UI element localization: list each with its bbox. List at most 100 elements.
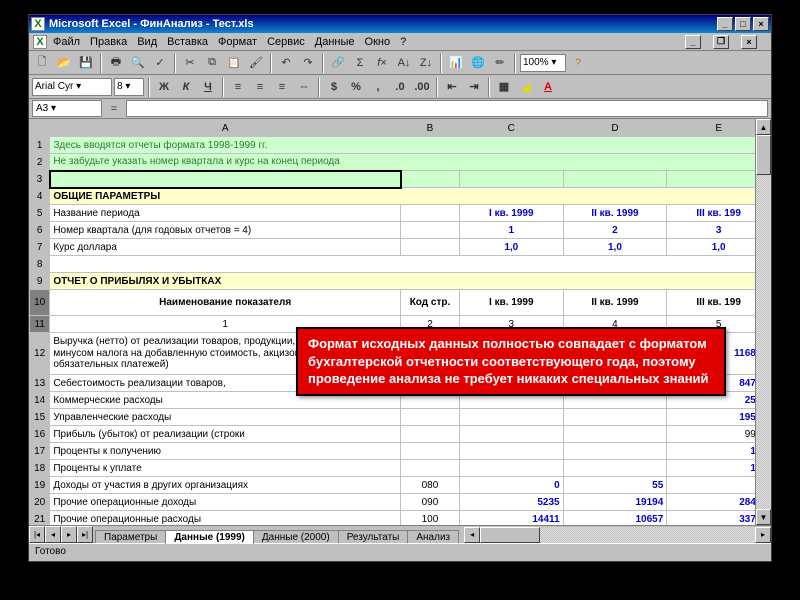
redo-icon[interactable]: ↷ <box>298 53 318 73</box>
grid-row[interactable]: 3 <box>30 171 771 188</box>
cell[interactable] <box>459 409 563 426</box>
currency-icon[interactable]: $ <box>324 77 344 97</box>
copy-icon[interactable]: ⧉ <box>202 53 222 73</box>
menu-format[interactable]: Формат <box>218 36 257 48</box>
grid-row[interactable]: 20Прочие операционные доходы090523519194… <box>30 494 771 511</box>
bold-icon[interactable]: Ж <box>154 77 174 97</box>
row-header[interactable]: 12 <box>30 333 50 375</box>
grid-row[interactable]: 2Не забудьте указать номер квартала и ку… <box>30 154 771 171</box>
spell-icon[interactable]: ✓ <box>150 53 170 73</box>
cell[interactable] <box>459 171 563 188</box>
grid-row[interactable]: 17Проценты к получению148 <box>30 443 771 460</box>
help-icon[interactable]: ? <box>568 53 588 73</box>
scroll-thumb[interactable] <box>756 135 771 175</box>
row-header[interactable]: 17 <box>30 443 50 460</box>
row-header[interactable]: 9 <box>30 273 50 290</box>
row-header[interactable]: 1 <box>30 137 50 154</box>
row-header[interactable]: 7 <box>30 239 50 256</box>
cell[interactable]: Доходы от участия в других организациях <box>50 477 401 494</box>
autosum-icon[interactable]: Σ <box>350 53 370 73</box>
scroll-left-icon[interactable]: ◂ <box>464 527 480 543</box>
cell[interactable]: Код стр. <box>401 290 460 316</box>
tab-first-icon[interactable]: |◂ <box>29 526 45 543</box>
borders-icon[interactable]: ▦ <box>494 77 514 97</box>
underline-icon[interactable]: Ч <box>198 77 218 97</box>
cell[interactable]: 2 <box>563 222 667 239</box>
cell[interactable] <box>563 460 667 477</box>
menu-data[interactable]: Данные <box>315 36 355 48</box>
grid-row[interactable]: 15Управленческие расходы19550 <box>30 409 771 426</box>
inc-decimal-icon[interactable]: .0 <box>390 77 410 97</box>
zoom-combo[interactable]: 100% ▾ <box>520 54 566 72</box>
cut-icon[interactable]: ✂ <box>180 53 200 73</box>
sort-asc-icon[interactable]: A↓ <box>394 53 414 73</box>
cell[interactable] <box>401 460 460 477</box>
cell[interactable]: 090 <box>401 494 460 511</box>
format-painter-icon[interactable]: 🖌 <box>246 53 266 73</box>
cell[interactable]: 14411 <box>459 511 563 526</box>
cell[interactable]: Проценты к уплате <box>50 460 401 477</box>
grid-row[interactable]: 19Доходы от участия в других организация… <box>30 477 771 494</box>
italic-icon[interactable]: К <box>176 77 196 97</box>
equals-icon[interactable]: = <box>106 101 122 117</box>
scroll-right-icon[interactable]: ▸ <box>755 527 771 543</box>
cell[interactable] <box>563 171 667 188</box>
scroll-up-icon[interactable]: ▲ <box>756 119 771 135</box>
row-header[interactable]: 4 <box>30 188 50 205</box>
menu-window[interactable]: Окно <box>365 36 391 48</box>
maximize-button[interactable]: □ <box>735 17 751 31</box>
cell[interactable]: Номер квартала (для годовых отчетов = 4) <box>50 222 401 239</box>
tab-prev-icon[interactable]: ◂ <box>45 526 61 543</box>
cell[interactable] <box>563 409 667 426</box>
font-size-combo[interactable]: 8 ▾ <box>114 78 144 96</box>
grid-row[interactable]: 1Здесь вводятся отчеты формата 1998-1999… <box>30 137 771 154</box>
close-button[interactable]: × <box>753 17 769 31</box>
cell[interactable]: Не забудьте указать номер квартала и кур… <box>50 154 771 171</box>
menu-tools[interactable]: Сервис <box>267 36 305 48</box>
menu-help[interactable]: ? <box>400 36 406 48</box>
sheet-tab[interactable]: Результаты <box>338 530 409 544</box>
grid-row[interactable]: 7Курс доллара1,01,01,0 <box>30 239 771 256</box>
fill-color-icon[interactable]: ◢ <box>516 77 536 97</box>
dec-decimal-icon[interactable]: .00 <box>412 77 432 97</box>
name-box[interactable]: A3 ▾ <box>32 100 102 117</box>
cell[interactable]: Наименование показателя <box>50 290 401 316</box>
cell[interactable]: 100 <box>401 511 460 526</box>
row-header[interactable]: 13 <box>30 375 50 392</box>
row-header[interactable]: 10 <box>30 290 50 316</box>
paste-icon[interactable]: 📋 <box>224 53 244 73</box>
cell[interactable] <box>401 443 460 460</box>
cell[interactable] <box>459 426 563 443</box>
cell[interactable]: ОТЧЕТ О ПРИБЫЛЯХ И УБЫТКАХ <box>50 273 771 290</box>
map-icon[interactable]: 🌐 <box>468 53 488 73</box>
cell[interactable]: Курс доллара <box>50 239 401 256</box>
print-icon[interactable]: 🖶 <box>106 53 126 73</box>
sheet-tab[interactable]: Данные (2000) <box>253 530 339 544</box>
row-header[interactable]: 8 <box>30 256 50 273</box>
drawing-icon[interactable]: ✏ <box>490 53 510 73</box>
cell[interactable] <box>401 222 460 239</box>
cell[interactable] <box>401 409 460 426</box>
cell[interactable]: Название периода <box>50 205 401 222</box>
cell[interactable] <box>401 239 460 256</box>
tab-next-icon[interactable]: ▸ <box>61 526 77 543</box>
cell[interactable]: 1,0 <box>459 239 563 256</box>
worksheet-grid[interactable]: ABCDE 1Здесь вводятся отчеты формата 199… <box>29 119 771 525</box>
row-header[interactable]: 20 <box>30 494 50 511</box>
cell[interactable] <box>563 426 667 443</box>
row-header[interactable]: 16 <box>30 426 50 443</box>
grid-row[interactable]: 4ОБЩИЕ ПАРАМЕТРЫ <box>30 188 771 205</box>
sort-desc-icon[interactable]: Z↓ <box>416 53 436 73</box>
row-header[interactable]: 2 <box>30 154 50 171</box>
cell[interactable]: I кв. 1999 <box>459 290 563 316</box>
cell[interactable]: Здесь вводятся отчеты формата 1998-1999 … <box>50 137 771 154</box>
sheet-tab[interactable]: Данные (1999) <box>165 530 254 544</box>
cell[interactable]: 10657 <box>563 511 667 526</box>
cell[interactable]: Проценты к получению <box>50 443 401 460</box>
cell[interactable]: 5235 <box>459 494 563 511</box>
cell[interactable] <box>563 443 667 460</box>
cell[interactable]: II кв. 1999 <box>563 205 667 222</box>
horizontal-scrollbar[interactable]: ◂ ▸ <box>464 526 771 543</box>
open-icon[interactable]: 📂 <box>54 53 74 73</box>
cell[interactable]: 0 <box>459 477 563 494</box>
